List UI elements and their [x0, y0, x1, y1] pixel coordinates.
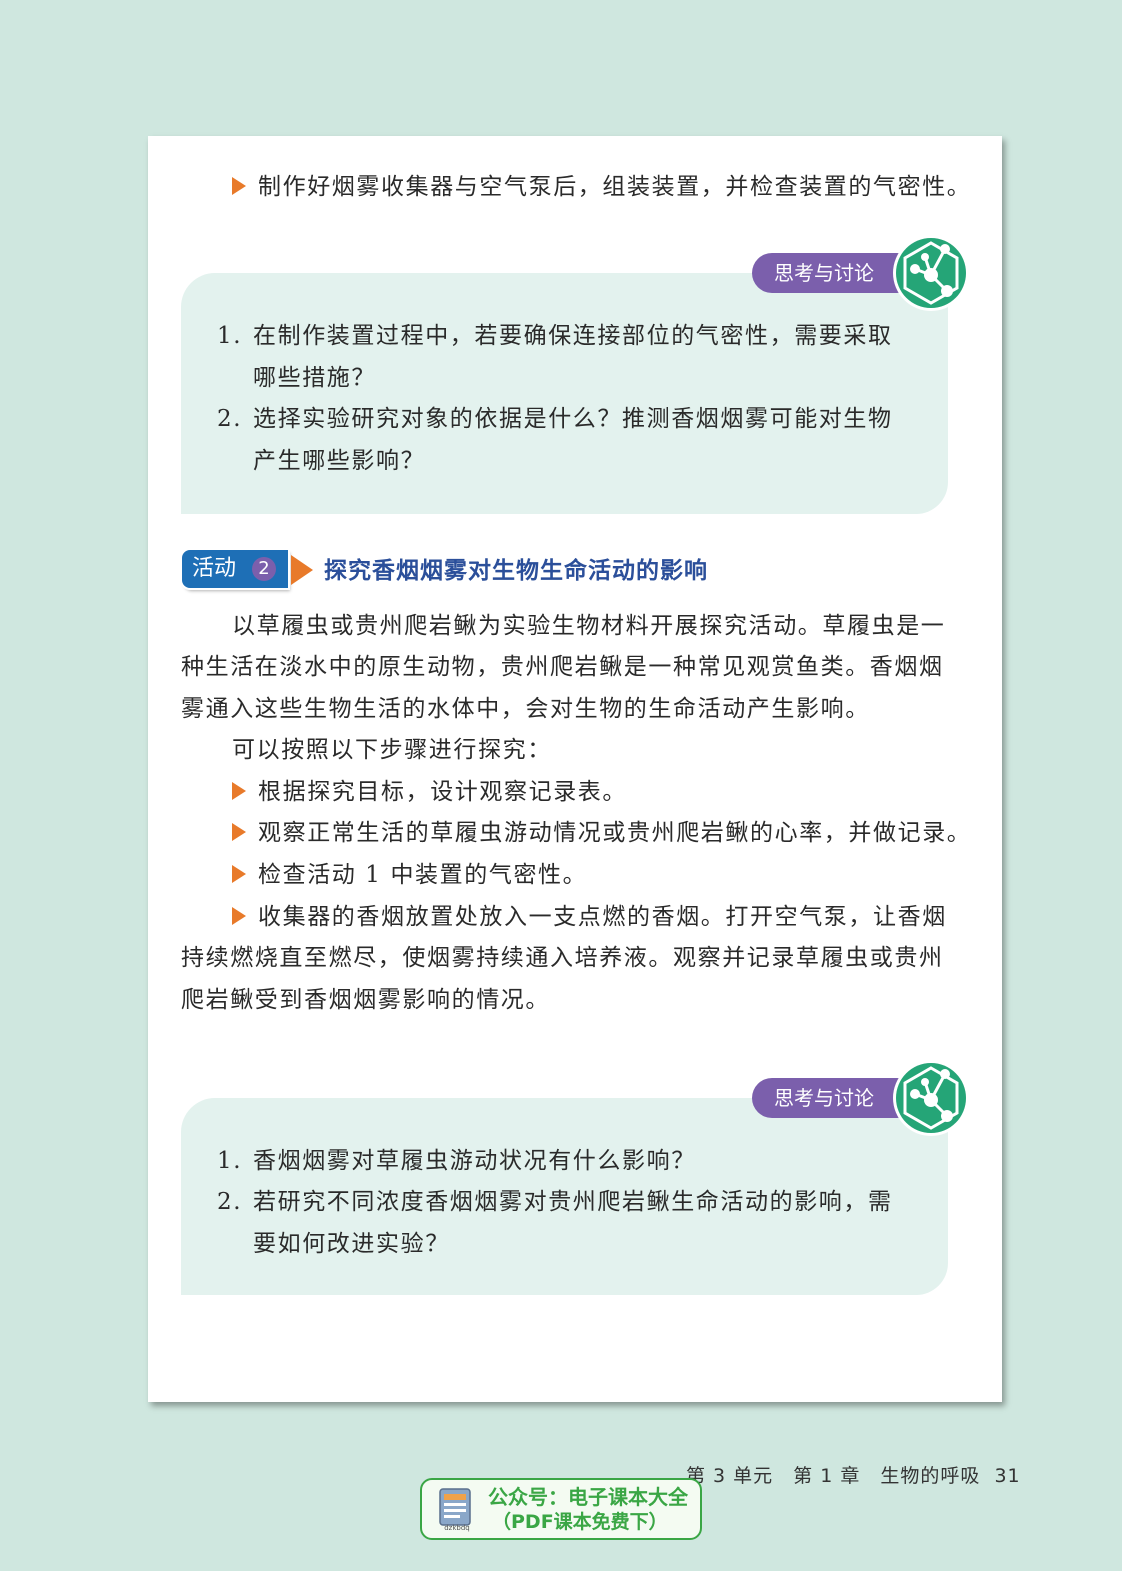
para1-line1: 以草履虫或贵州爬岩鳅为实验生物材料开展探究活动。草履虫是一: [232, 613, 946, 639]
discussion2-q2-line1: 若研究不同浓度香烟烟雾对贵州爬岩鳅生命活动的影响，需: [253, 1189, 893, 1215]
discussion1-q2-line2: 产生哪些影响？: [253, 448, 426, 474]
discussion1-q1-line1: 在制作装置过程中，若要确保连接部位的气密性，需要采取: [253, 323, 893, 349]
step-text: 收集器的香烟放置处放入一支点燃的香烟。打开空气泵，让香烟: [258, 904, 947, 930]
page-footer: 第 3 单元 第 1 章 生物的呼吸 31: [686, 1463, 1021, 1489]
bullet-arrow-icon: [232, 177, 246, 195]
bullet-arrow-icon: [232, 782, 246, 800]
step-text: 观察正常生活的草履虫游动情况或贵州爬岩鳅的心率，并做记录。: [258, 820, 972, 846]
bullet-arrow-icon: [232, 865, 246, 883]
discussion-box-1: [181, 273, 948, 514]
step-item: 收集器的香烟放置处放入一支点燃的香烟。打开空气泵，让香烟: [232, 903, 947, 931]
discussion1-q1-number: 1.: [217, 323, 243, 349]
bullet-arrow-icon: [232, 823, 246, 841]
molecule-icon: [893, 1060, 969, 1136]
discussion2-q2-line2: 要如何改进实验？: [253, 1231, 450, 1257]
discussion1-q2-number: 2.: [217, 406, 243, 432]
step-text: 检查活动 1 中装置的气密性。: [258, 862, 588, 888]
activity-title: 探究香烟烟雾对生物生命活动的影响: [324, 558, 708, 584]
activity-arrow-icon: [291, 555, 313, 585]
book-icon: dzkbdq: [439, 1488, 471, 1532]
watermark-line2: （PDF课本免费下）: [492, 1511, 668, 1533]
para1-line2: 种生活在淡水中的原生动物，贵州爬岩鳅是一种常见观赏鱼类。香烟烟: [181, 654, 944, 680]
step-item: 检查活动 1 中装置的气密性。: [232, 861, 587, 889]
watermark-line1: 公众号：电子课本大全: [488, 1485, 688, 1509]
intro-step-text: 制作好烟雾收集器与空气泵后，组装装置，并检查装置的气密性。: [258, 174, 972, 200]
para1-line3: 雾通入这些生物生活的水体中，会对生物的生命活动产生影响。: [181, 696, 870, 722]
step4-line3: 爬岩鳅受到香烟烟雾影响的情况。: [181, 987, 550, 1013]
para2: 可以按照以下步骤进行探究：: [232, 737, 552, 763]
activity-number: 2: [252, 557, 276, 581]
molecule-icon: [893, 235, 969, 311]
step-item: 观察正常生活的草履虫游动情况或贵州爬岩鳅的心率，并做记录。: [232, 819, 971, 847]
discussion2-q1-line1: 香烟烟雾对草履虫游动状况有什么影响？: [253, 1148, 696, 1174]
discussion2-q2-number: 2.: [217, 1189, 243, 1215]
intro-step: 制作好烟雾收集器与空气泵后，组装装置，并检查装置的气密性。: [232, 173, 971, 201]
watermark-badge: dzkbdq 公众号：电子课本大全 （PDF课本免费下）: [420, 1478, 702, 1540]
step-item: 根据探究目标，设计观察记录表。: [232, 778, 627, 806]
page-number: 31: [994, 1465, 1021, 1487]
activity-label: 活动: [192, 556, 237, 581]
step4-line2: 持续燃烧直至燃尽，使烟雾持续通入培养液。观察并记录草履虫或贵州: [181, 945, 944, 971]
activity-badge: 活动 2: [182, 550, 288, 588]
discussion1-q2-line1: 选择实验研究对象的依据是什么？推测香烟烟雾可能对生物: [253, 406, 893, 432]
footer-chapter: 第 3 单元 第 1 章 生物的呼吸: [686, 1465, 981, 1487]
discussion1-q1-line2: 哪些措施？: [253, 365, 376, 391]
bullet-arrow-icon: [232, 907, 246, 925]
watermark-icon-text: dzkbdq: [444, 1524, 470, 1532]
discussion2-q1-number: 1.: [217, 1148, 243, 1174]
step-text: 根据探究目标，设计观察记录表。: [258, 779, 627, 805]
